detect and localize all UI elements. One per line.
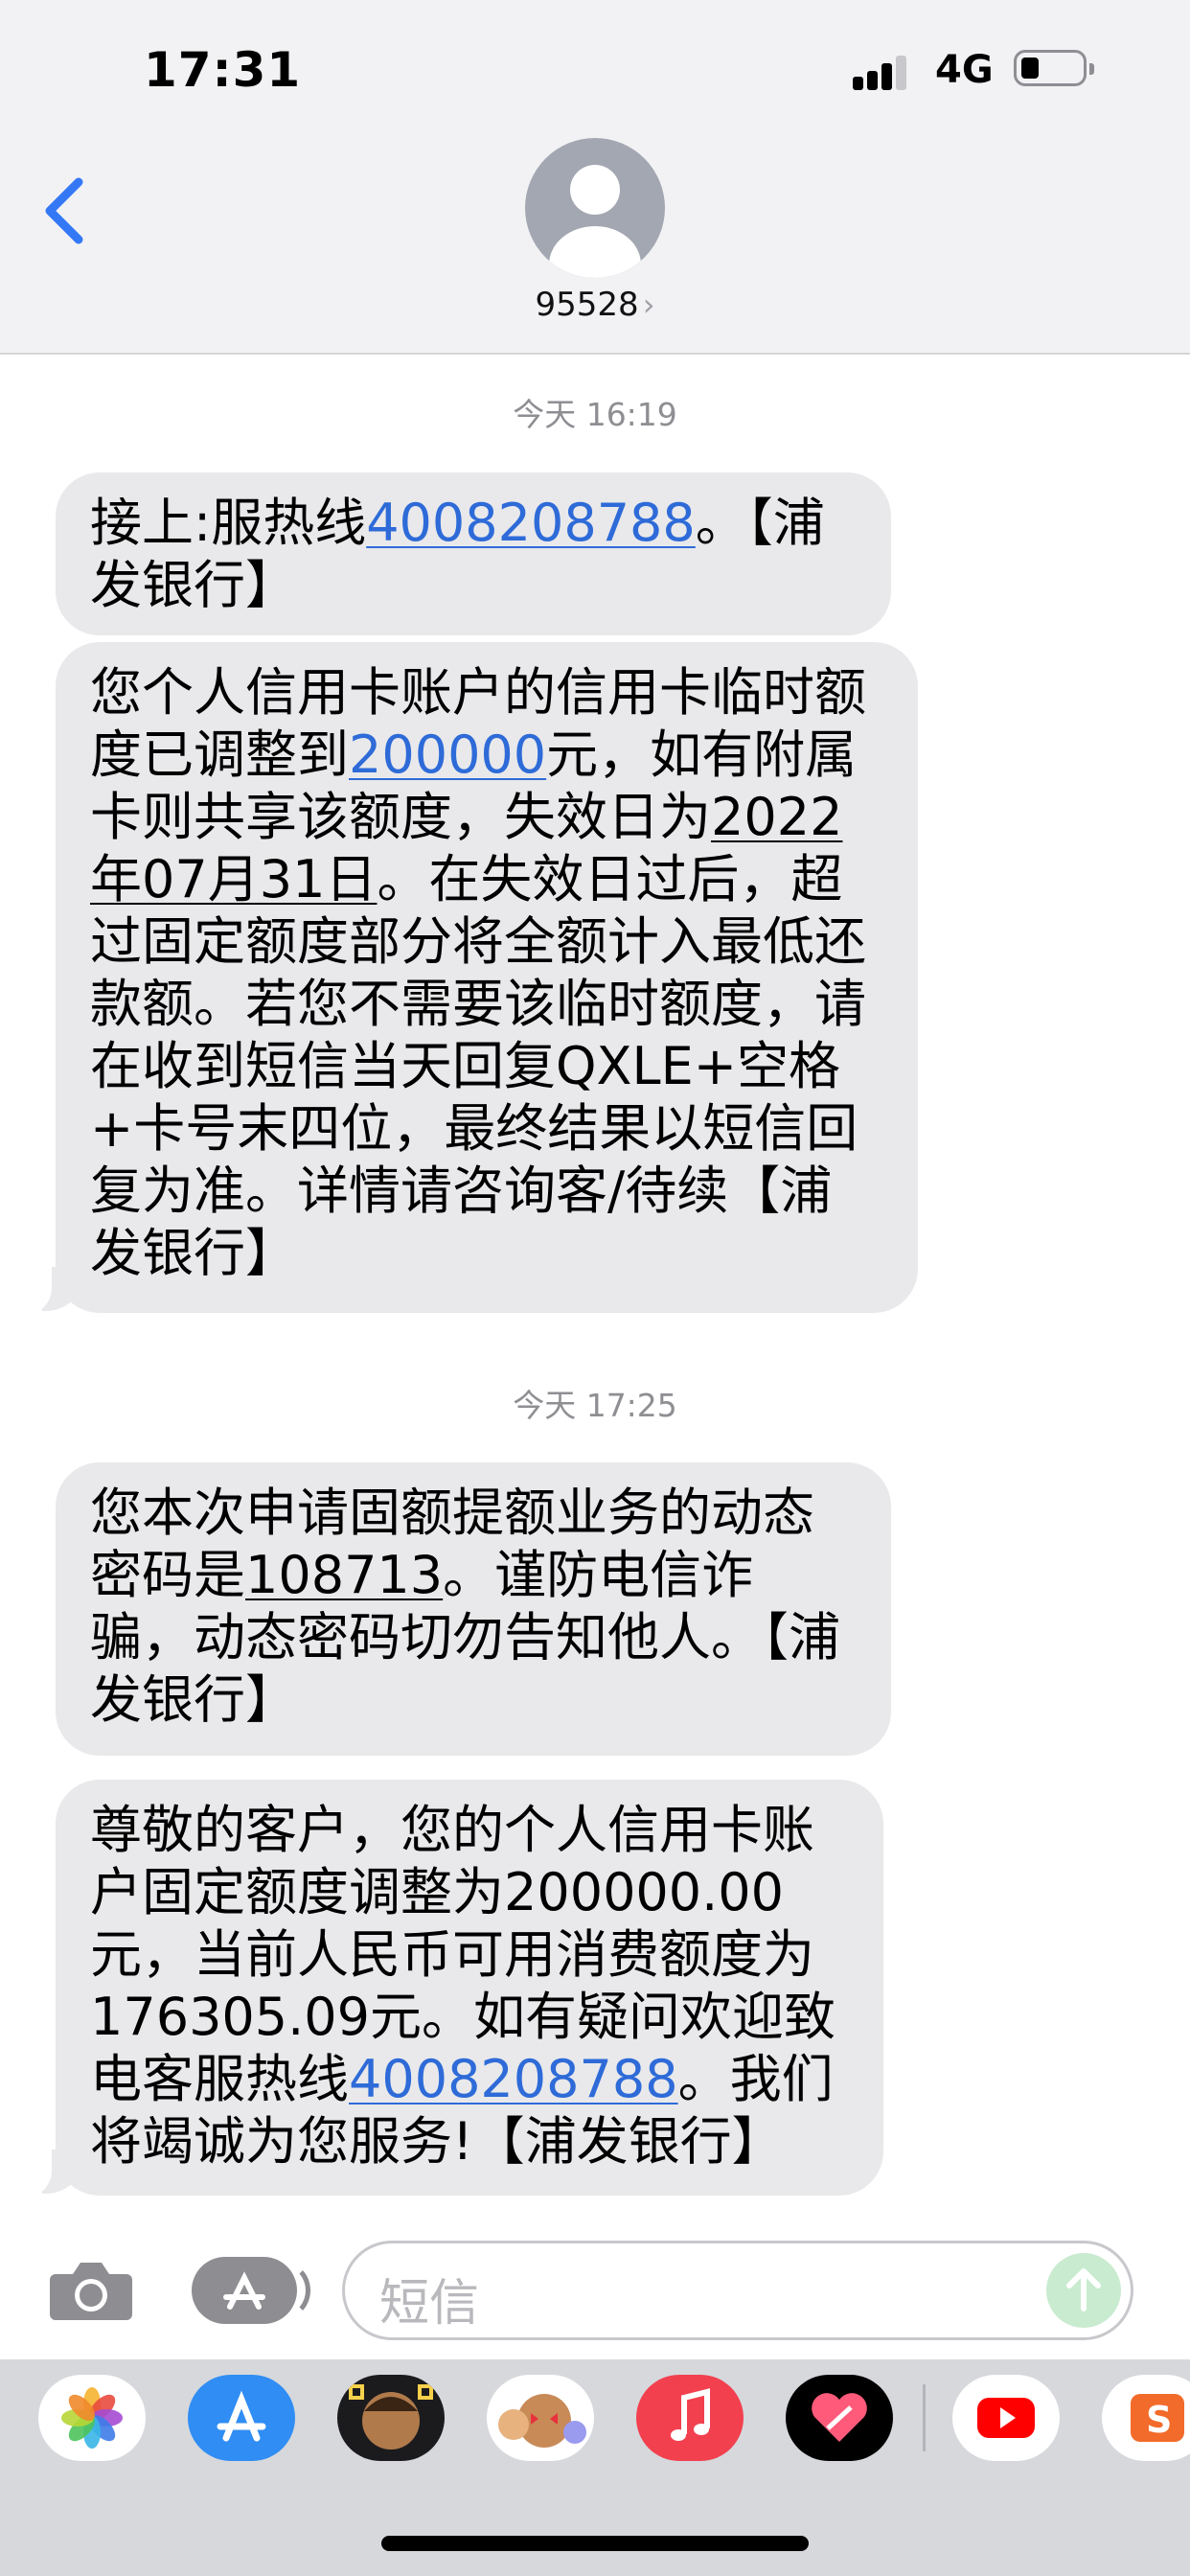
photos-icon[interactable]	[38, 2375, 146, 2461]
phone-link[interactable]: 4008208788	[366, 493, 696, 553]
drawer-divider	[923, 2384, 926, 2451]
contact-avatar[interactable]	[525, 138, 665, 278]
message-bubble[interactable]: 尊敬的客户，您的个人信用卡账户固定额度调整为200000.00元，当前人民币可用…	[56, 1780, 883, 2196]
timestamp: 今天 16:19	[513, 396, 677, 433]
app-store-icon	[223, 2271, 265, 2310]
battery-icon	[1014, 50, 1094, 86]
phone-link[interactable]: 4008208788	[349, 2049, 678, 2109]
contact-number: 95528	[535, 286, 639, 324]
message-input-placeholder: 短信	[379, 2275, 480, 2333]
app-store-button[interactable]	[192, 2257, 310, 2324]
music-icon[interactable]	[636, 2375, 744, 2461]
app-store-icon[interactable]	[188, 2375, 295, 2461]
message-input[interactable]: 短信	[342, 2241, 1133, 2340]
message-text: 接上:服热线	[90, 493, 367, 553]
amount-link[interactable]: 200000	[349, 724, 546, 785]
conversation-header: 17:31 4G 95528 ›	[0, 0, 1190, 355]
status-time: 17:31	[144, 42, 302, 98]
send-button[interactable]	[1046, 2253, 1121, 2328]
arrow-up-icon	[1066, 2268, 1101, 2312]
back-chevron-icon[interactable]	[38, 172, 96, 249]
memoji-stickers-icon[interactable]	[487, 2375, 594, 2461]
camera-icon[interactable]	[48, 2259, 134, 2322]
chevron-right-icon: ›	[642, 287, 655, 323]
message-bubble[interactable]: 您本次申请固额提额业务的动态密码是108713。谨防电信诈骗，动态密码切勿告知他…	[56, 1462, 891, 1756]
timestamp: 今天 17:25	[513, 1387, 677, 1424]
network-type: 4G	[935, 48, 994, 92]
verification-code[interactable]: 108713	[245, 1545, 443, 1605]
cellular-signal-icon	[853, 52, 920, 90]
message-bubble[interactable]: 您个人信用卡账户的信用卡临时额度已调整到200000元，如有附属卡则共享该额度，…	[56, 642, 918, 1313]
message-text: 。在失效日过后，超过固定额度部分将全额计入最低还款额。若您不需要该临时额度，请在…	[90, 849, 866, 1283]
home-indicator[interactable]	[381, 2536, 809, 2551]
contact-name[interactable]: 95528 ›	[0, 286, 1190, 324]
svg-text:S: S	[1146, 2399, 1172, 2441]
sogou-icon[interactable]: S	[1102, 2375, 1190, 2461]
youtube-icon[interactable]	[952, 2375, 1060, 2461]
memoji-icon[interactable]	[337, 2375, 445, 2461]
message-bubble[interactable]: 接上:服热线4008208788。【浦发银行】	[56, 472, 891, 635]
digital-touch-icon[interactable]	[786, 2375, 893, 2461]
